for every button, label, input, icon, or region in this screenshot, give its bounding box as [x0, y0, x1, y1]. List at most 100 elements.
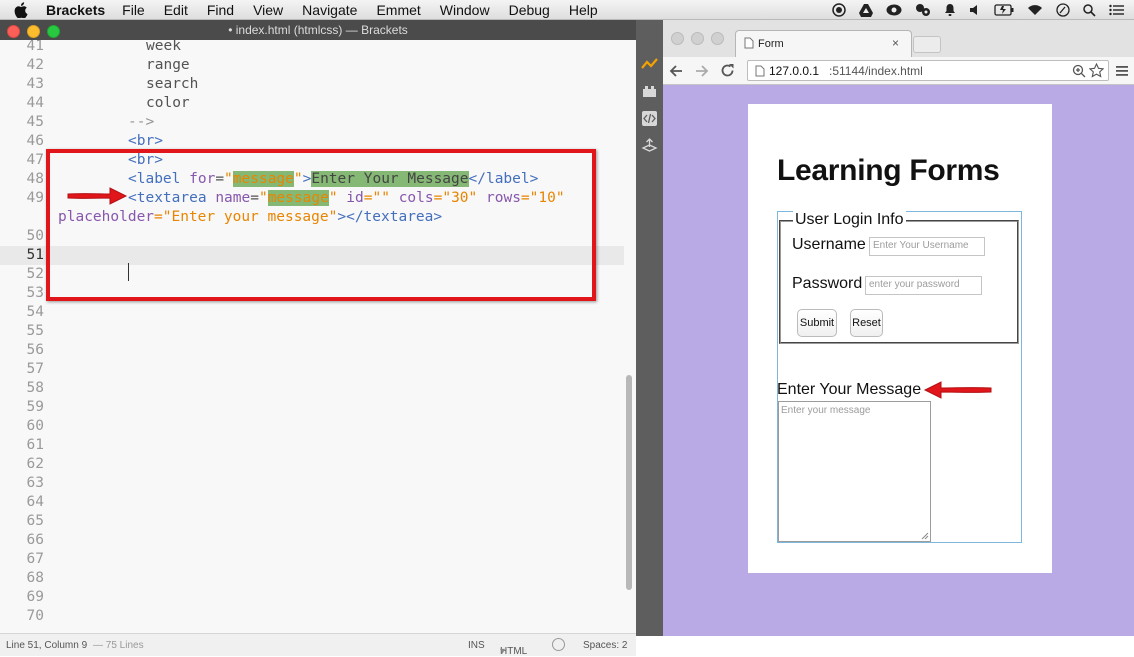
- brackets-side-toolbar: [636, 20, 663, 636]
- record-icon[interactable]: [832, 3, 846, 17]
- notification-bell-icon[interactable]: [944, 3, 956, 17]
- menu-file[interactable]: File: [122, 2, 145, 18]
- browser-minimize-button[interactable]: [691, 32, 704, 45]
- line-number: 45: [26, 114, 44, 130]
- line-number: 69: [26, 589, 44, 605]
- page-info-icon[interactable]: [755, 65, 765, 77]
- resize-grip-icon[interactable]: [921, 532, 929, 540]
- url-host: 127.0.0.1: [769, 64, 820, 78]
- menu-edit[interactable]: Edit: [164, 2, 188, 18]
- line-number: 50: [26, 228, 44, 244]
- menu-help[interactable]: Help: [569, 2, 598, 18]
- menu-emmet[interactable]: Emmet: [376, 2, 420, 18]
- back-arrow-icon[interactable]: [669, 64, 683, 78]
- code-line: 64: [0, 493, 624, 512]
- indent-spaces[interactable]: Spaces: 2: [583, 640, 627, 651]
- code-line: 65: [0, 512, 624, 531]
- apple-logo-icon[interactable]: [14, 1, 32, 18]
- creative-cloud-icon[interactable]: [886, 4, 902, 16]
- password-input[interactable]: enter your password: [865, 276, 982, 295]
- line-number: 68: [26, 570, 44, 586]
- line-number: 61: [26, 437, 44, 453]
- browser-zoom-button[interactable]: [711, 32, 724, 45]
- browser-tab[interactable]: Form ×: [735, 30, 912, 58]
- line-number: 41: [26, 40, 44, 54]
- line-number: 55: [26, 323, 44, 339]
- fieldset-legend: User Login Info: [793, 211, 906, 229]
- browser-window-controls: [671, 32, 724, 45]
- minimize-window-button[interactable]: [27, 25, 40, 38]
- tab-title: Form: [758, 38, 784, 50]
- zoom-window-button[interactable]: [47, 25, 60, 38]
- code-line: 69: [0, 588, 624, 607]
- code-line: 62: [0, 455, 624, 474]
- zoom-icon[interactable]: [1072, 64, 1086, 78]
- annotation-arrow-icon: [67, 187, 128, 205]
- notification-center-icon[interactable]: [1109, 4, 1124, 16]
- line-number: 65: [26, 513, 44, 529]
- forward-arrow-icon[interactable]: [695, 64, 709, 78]
- line-number: 59: [26, 399, 44, 415]
- submit-button[interactable]: Submit: [797, 309, 837, 337]
- close-window-button[interactable]: [7, 25, 20, 38]
- code-area[interactable]: 41 week 42 range 43 search 44 color 45 --> 46…: [0, 40, 624, 633]
- close-tab-icon[interactable]: ×: [892, 36, 899, 50]
- menu-view[interactable]: View: [253, 2, 283, 18]
- browser-tabstrip: Form ×: [663, 20, 1134, 58]
- code-line: 61: [0, 436, 624, 455]
- message-label[interactable]: Enter Your Message: [777, 381, 921, 399]
- line-number: 54: [26, 304, 44, 320]
- code-line: 67: [0, 550, 624, 569]
- password-label: Password: [792, 275, 863, 292]
- code-line: 43 search: [0, 75, 624, 94]
- line-number: 62: [26, 456, 44, 472]
- google-drive-icon[interactable]: [859, 3, 873, 17]
- cursor-position[interactable]: Line 51, Column 9: [6, 640, 87, 651]
- menu-find[interactable]: Find: [207, 2, 234, 18]
- username-input[interactable]: Enter Your Username: [869, 237, 985, 256]
- code-line: 59: [0, 398, 624, 417]
- live-preview-icon[interactable]: [641, 56, 658, 73]
- code-line: 70: [0, 607, 624, 626]
- code-line: 41 week: [0, 40, 624, 56]
- menu-brackets[interactable]: Brackets: [46, 2, 105, 18]
- message-textarea[interactable]: Enter your message: [778, 401, 931, 542]
- new-tab-button[interactable]: [913, 36, 941, 53]
- wifi-icon[interactable]: [1027, 4, 1043, 16]
- menu-navigate[interactable]: Navigate: [302, 2, 357, 18]
- bookmark-star-icon[interactable]: [1089, 63, 1104, 78]
- line-number: 70: [26, 608, 44, 624]
- reset-button[interactable]: Reset: [850, 309, 883, 337]
- menu-hamburger-icon[interactable]: [1116, 65, 1128, 77]
- menu-debug[interactable]: Debug: [509, 2, 550, 18]
- extension-manager-icon[interactable]: [641, 83, 658, 100]
- url-path: :51144/index.html: [829, 64, 923, 78]
- brackets-editor-window: • index.html (htmlcss) — Brackets 41 week…: [0, 20, 636, 657]
- reload-icon[interactable]: [720, 63, 735, 78]
- line-number: 64: [26, 494, 44, 510]
- browser-close-button[interactable]: [671, 32, 684, 45]
- code-line: 68: [0, 569, 624, 588]
- code-line: 45 -->: [0, 113, 624, 132]
- layers-upload-icon[interactable]: [641, 137, 658, 154]
- spotlight-search-icon[interactable]: [1083, 3, 1096, 17]
- volume-icon[interactable]: [969, 4, 981, 16]
- line-text: range: [146, 57, 190, 73]
- code-line: 57: [0, 360, 624, 379]
- menubar-tray: [832, 0, 1124, 20]
- webpage-body: Learning Forms User Login Info Username …: [748, 104, 1052, 573]
- menu-window[interactable]: Window: [440, 2, 490, 18]
- editor-titlebar: • index.html (htmlcss) — Brackets: [0, 20, 636, 40]
- editor-scrollbar[interactable]: [626, 375, 632, 590]
- insert-mode-toggle[interactable]: INS: [468, 640, 485, 651]
- address-bar[interactable]: 127.0.0.1 :51144/index.html: [747, 60, 1109, 81]
- clock-icon[interactable]: [1056, 3, 1070, 17]
- code-tag-icon[interactable]: [641, 110, 658, 127]
- line-number: 67: [26, 551, 44, 567]
- sync-icon[interactable]: [915, 3, 931, 17]
- line-number: 47: [26, 152, 44, 168]
- code-line: 44 color: [0, 94, 624, 113]
- linter-status-icon[interactable]: [552, 638, 565, 651]
- battery-icon[interactable]: [994, 4, 1014, 16]
- line-number: 53: [26, 285, 44, 301]
